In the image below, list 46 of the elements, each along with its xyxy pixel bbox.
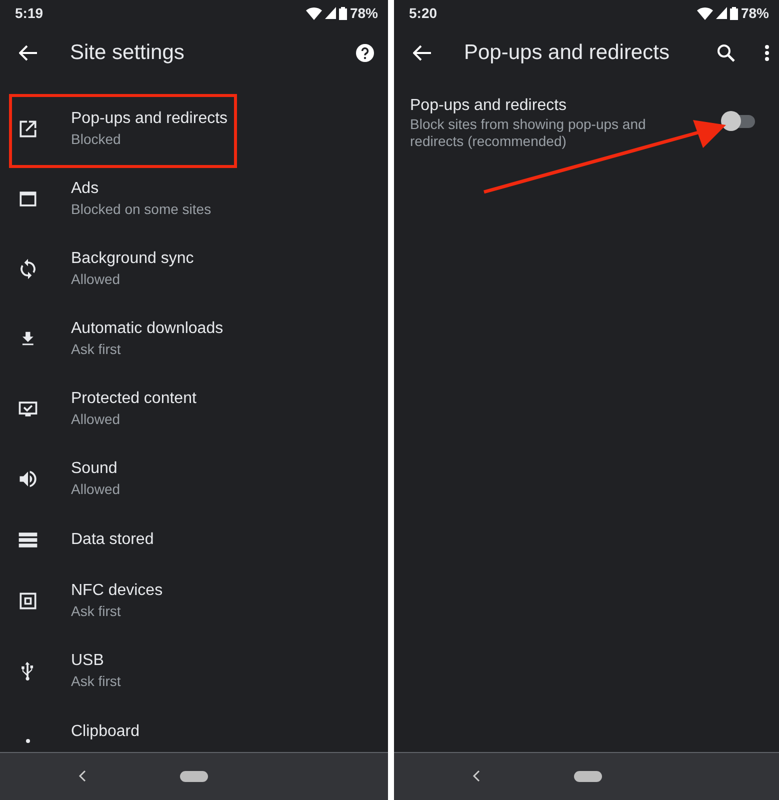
item-title: Protected content [71, 389, 196, 409]
item-title: Sound [71, 459, 118, 479]
wifi-icon [696, 6, 713, 20]
item-status: Allowed [71, 410, 122, 429]
more-icon [765, 45, 769, 61]
item-title: USB [71, 651, 105, 671]
item-title: Ads [71, 179, 100, 199]
item-title: Background sync [71, 249, 194, 269]
battery-icon [338, 6, 347, 20]
item-status: Ask first [71, 602, 122, 621]
home-button[interactable] [574, 771, 602, 782]
item-status: Blocked [71, 130, 122, 149]
back-arrow-icon [413, 45, 431, 61]
home-button[interactable] [180, 771, 208, 782]
setting-icon [17, 590, 39, 612]
help-icon [356, 44, 374, 62]
chevron-left-icon [78, 770, 86, 782]
item-status: Ask first [71, 340, 122, 359]
item-title: Pop-ups and redirects [71, 109, 228, 129]
screen-title: Site settings [69, 41, 186, 65]
item-title: Automatic downloads [71, 319, 224, 339]
item-title: Data stored [71, 530, 154, 550]
item-title: Clipboard [71, 722, 140, 742]
setting-icon [17, 118, 39, 140]
item-status: Ask first [71, 672, 121, 691]
battery-percent: 78% [350, 5, 378, 21]
status-time: 5:19 [15, 5, 44, 21]
screen-title: Pop-ups and redirects [463, 41, 670, 65]
toggle-switch[interactable] [721, 110, 755, 132]
item-status: Blocked on some sites [71, 200, 212, 219]
signal-icon [324, 7, 336, 19]
wifi-icon [306, 6, 322, 20]
item-status: Allowed [71, 270, 122, 289]
item-title: NFC devices [71, 581, 163, 601]
search-icon [717, 44, 735, 62]
signal-icon [716, 7, 727, 19]
battery-percent: 78% [740, 5, 769, 21]
setting-icon [17, 468, 39, 490]
chevron-left-icon [472, 770, 480, 782]
status-time: 5:20 [409, 5, 438, 21]
back-arrow-icon [19, 45, 37, 61]
setting-description: Block sites from showing pop-ups and redirects (recommended) [410, 116, 647, 150]
setting-title: Pop-ups and redirects [410, 96, 568, 116]
battery-icon [730, 6, 738, 20]
item-status: Allowed [71, 480, 120, 499]
setting-icon [26, 739, 30, 743]
